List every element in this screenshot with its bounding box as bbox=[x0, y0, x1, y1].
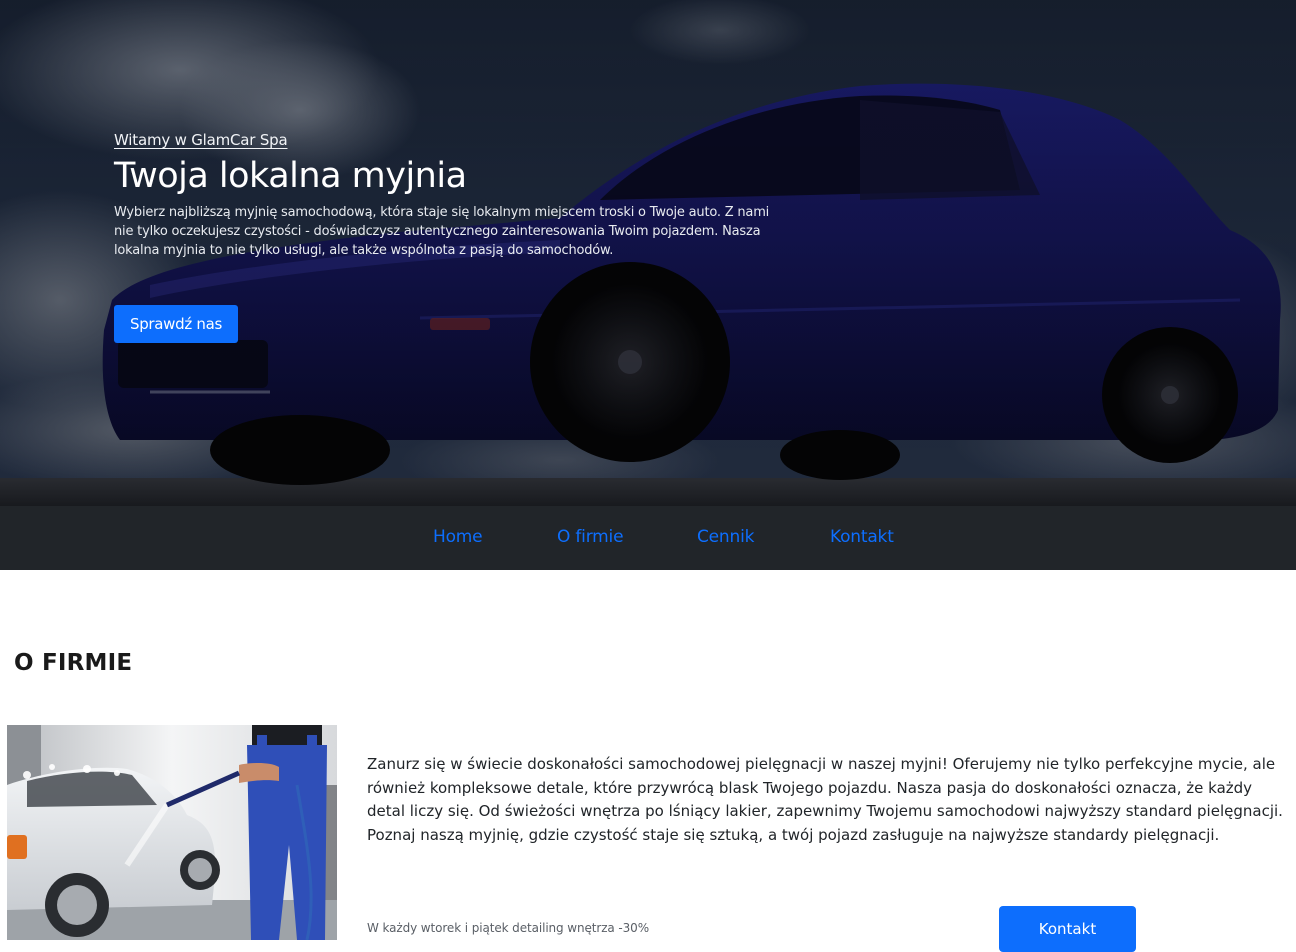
nav-item-pricing[interactable]: Cennik bbox=[697, 527, 754, 547]
hero-content: Witamy w GlamCar Spa Twoja lokalna myjni… bbox=[114, 130, 794, 260]
contact-button[interactable]: Kontakt bbox=[999, 906, 1136, 952]
nav-item-about[interactable]: O firmie bbox=[557, 527, 624, 547]
hero-description: Wybierz najbliższą myjnię samochodową, k… bbox=[114, 205, 770, 258]
promo-note: W każdy wtorek i piątek detailing wnętrz… bbox=[367, 921, 649, 935]
hero-greeting-link[interactable]: Witamy w GlamCar Spa bbox=[114, 131, 288, 149]
about-description: Zanurz się w świecie doskonałości samoch… bbox=[367, 755, 1283, 844]
main-navigation: Home O firmie Cennik Kontakt bbox=[0, 506, 1296, 570]
car-wash-photo bbox=[7, 725, 337, 940]
hero-section: Witamy w GlamCar Spa Twoja lokalna myjni… bbox=[0, 0, 1296, 506]
hero-title: Twoja lokalna myjnia bbox=[114, 156, 467, 196]
car-wash-worker-illustration bbox=[7, 725, 337, 940]
section-title: O FIRMIE bbox=[14, 650, 133, 676]
nav-item-contact[interactable]: Kontakt bbox=[830, 527, 894, 547]
nav-item-home[interactable]: Home bbox=[433, 527, 483, 547]
check-us-button[interactable]: Sprawdź nas bbox=[114, 305, 238, 343]
